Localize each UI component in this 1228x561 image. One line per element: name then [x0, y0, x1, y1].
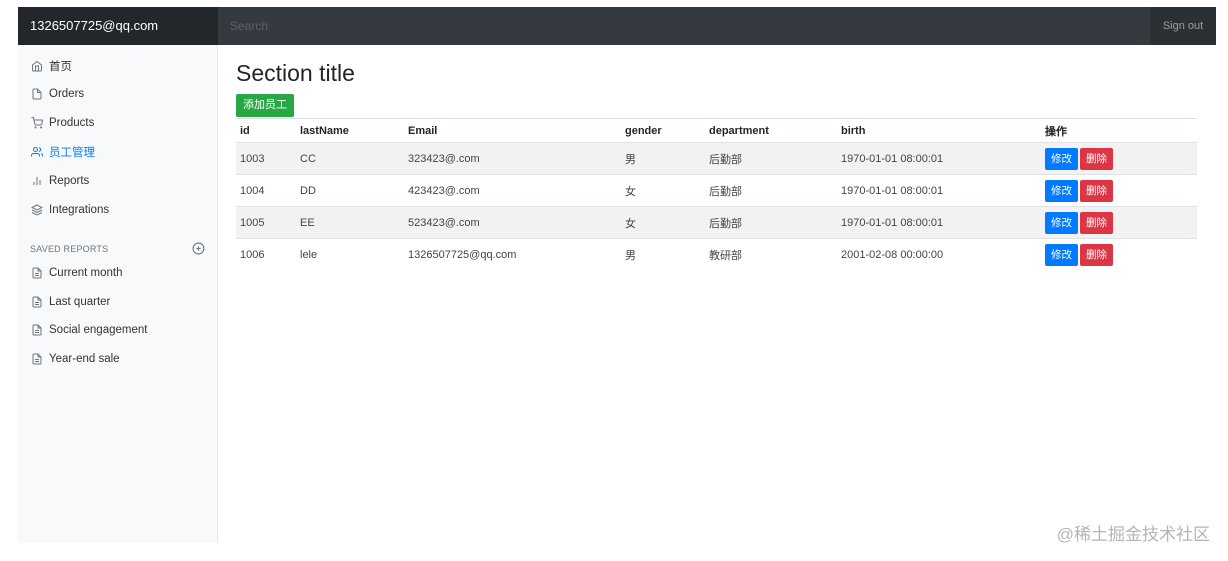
cell-actions: 修改 删除 — [1041, 142, 1197, 175]
sidebar-item-label: Reports — [49, 175, 90, 187]
sidebar-item-label: Last quarter — [49, 296, 111, 308]
sidebar-item-home[interactable]: 首页 — [30, 56, 72, 76]
cell-department: 后勤部 — [705, 174, 837, 207]
cell-gender: 男 — [621, 238, 705, 271]
cell-actions: 修改 删除 — [1041, 206, 1197, 239]
sidebar-item-label: Social engagement — [49, 324, 148, 336]
cell-gender: 女 — [621, 174, 705, 207]
column-header-actions: 操作 — [1041, 118, 1197, 143]
saved-reports-heading: SAVED REPORTS — [30, 244, 109, 254]
table-row: 1003 CC 323423@.com 男 后勤部 1970-01-01 08:… — [236, 142, 1197, 175]
cell-email: 1326507725@qq.com — [404, 238, 621, 271]
column-header-lastname: lastName — [296, 118, 404, 143]
cell-birth: 1970-01-01 08:00:01 — [837, 206, 1041, 239]
add-employee-button[interactable]: 添加员工 — [236, 94, 294, 117]
sidebar-item-label: 首页 — [49, 61, 72, 73]
file-text-icon — [30, 296, 43, 309]
sidebar-item-label: Products — [49, 117, 95, 129]
main-content: Section title 添加员工 id lastName Email gen… — [218, 45, 1216, 543]
sidebar-item-current-month[interactable]: Current month — [30, 263, 123, 283]
sign-out-link[interactable]: Sign out — [1150, 7, 1216, 45]
cell-id: 1005 — [236, 206, 296, 239]
delete-button[interactable]: 删除 — [1080, 179, 1113, 202]
cell-birth: 1970-01-01 08:00:01 — [837, 174, 1041, 207]
employee-table: id lastName Email gender department birt… — [236, 118, 1197, 271]
file-text-icon — [30, 267, 43, 280]
column-header-department: department — [705, 118, 837, 143]
bar-chart-icon — [30, 175, 43, 188]
cell-gender: 男 — [621, 142, 705, 175]
column-header-gender: gender — [621, 118, 705, 143]
cell-lastname: EE — [296, 206, 404, 239]
file-text-icon — [30, 353, 43, 366]
brand[interactable]: 1326507725@qq.com — [18, 7, 218, 45]
sidebar-item-label: Current month — [49, 267, 123, 279]
cell-actions: 修改 删除 — [1041, 238, 1197, 271]
table-header-row: id lastName Email gender department birt… — [236, 118, 1197, 143]
cell-id: 1006 — [236, 238, 296, 271]
sidebar-item-integrations[interactable]: Integrations — [30, 200, 109, 220]
column-header-email: Email — [404, 118, 621, 143]
cell-gender: 女 — [621, 206, 705, 239]
cell-id: 1004 — [236, 174, 296, 207]
column-header-id: id — [236, 118, 296, 143]
cell-department: 教研部 — [705, 238, 837, 271]
watermark: @稀土掘金技术社区 — [1056, 525, 1210, 544]
search-input[interactable] — [218, 7, 1150, 45]
sidebar-item-orders[interactable]: Orders — [30, 84, 84, 104]
sidebar-item-label: Orders — [49, 88, 85, 100]
shopping-cart-icon — [30, 117, 43, 130]
file-icon — [30, 88, 43, 101]
sidebar: 首页 Orders Products 员工管理 Reports Integrat… — [18, 45, 218, 543]
cell-email: 423423@.com — [404, 174, 621, 207]
layers-icon — [30, 204, 43, 217]
cell-id: 1003 — [236, 142, 296, 175]
sidebar-item-reports[interactable]: Reports — [30, 171, 89, 191]
sidebar-item-year-end-sale[interactable]: Year-end sale — [30, 349, 120, 369]
sidebar-item-social-engagement[interactable]: Social engagement — [30, 320, 147, 340]
sidebar-item-employees[interactable]: 员工管理 — [30, 142, 95, 162]
table-row: 1004 DD 423423@.com 女 后勤部 1970-01-01 08:… — [236, 174, 1197, 207]
file-text-icon — [30, 324, 43, 337]
cell-department: 后勤部 — [705, 206, 837, 239]
sidebar-item-label: Year-end sale — [49, 353, 120, 365]
home-icon — [30, 60, 43, 73]
cell-lastname: DD — [296, 174, 404, 207]
edit-button[interactable]: 修改 — [1045, 243, 1078, 266]
cell-department: 后勤部 — [705, 142, 837, 175]
plus-circle-icon[interactable] — [192, 242, 206, 256]
delete-button[interactable]: 删除 — [1080, 211, 1113, 234]
page-title: Section title — [236, 60, 355, 86]
edit-button[interactable]: 修改 — [1045, 147, 1078, 170]
sidebar-item-last-quarter[interactable]: Last quarter — [30, 292, 110, 312]
cell-email: 323423@.com — [404, 142, 621, 175]
users-icon — [30, 146, 43, 159]
cell-birth: 1970-01-01 08:00:01 — [837, 142, 1041, 175]
cell-actions: 修改 删除 — [1041, 174, 1197, 207]
cell-birth: 2001-02-08 00:00:00 — [837, 238, 1041, 271]
top-navbar: 1326507725@qq.com Sign out — [18, 7, 1216, 45]
delete-button[interactable]: 删除 — [1080, 147, 1113, 170]
cell-email: 523423@.com — [404, 206, 621, 239]
column-header-birth: birth — [837, 118, 1041, 143]
table-row: 1005 EE 523423@.com 女 后勤部 1970-01-01 08:… — [236, 206, 1197, 239]
edit-button[interactable]: 修改 — [1045, 211, 1078, 234]
sidebar-item-label: Integrations — [49, 204, 110, 216]
table-row: 1006 lele 1326507725@qq.com 男 教研部 2001-0… — [236, 238, 1197, 271]
cell-lastname: lele — [296, 238, 404, 271]
cell-lastname: CC — [296, 142, 404, 175]
app-frame: 1326507725@qq.com Sign out 首页 Orders Pro… — [18, 7, 1216, 543]
sidebar-item-products[interactable]: Products — [30, 113, 94, 133]
delete-button[interactable]: 删除 — [1080, 243, 1113, 266]
sidebar-item-label: 员工管理 — [49, 147, 95, 159]
edit-button[interactable]: 修改 — [1045, 179, 1078, 202]
